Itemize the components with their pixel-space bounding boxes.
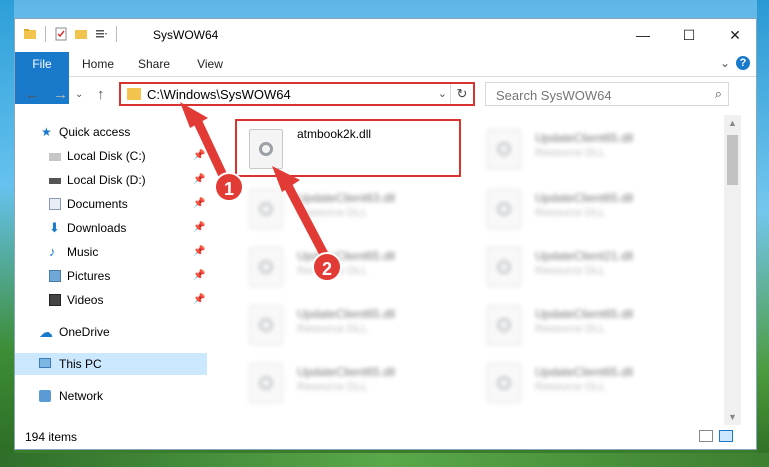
arrow-1 xyxy=(180,102,231,187)
arrow-2 xyxy=(272,166,331,263)
annotation-arrows xyxy=(180,102,331,263)
step-badge-2: 2 xyxy=(312,252,342,282)
step-badge-1: 1 xyxy=(214,172,244,202)
